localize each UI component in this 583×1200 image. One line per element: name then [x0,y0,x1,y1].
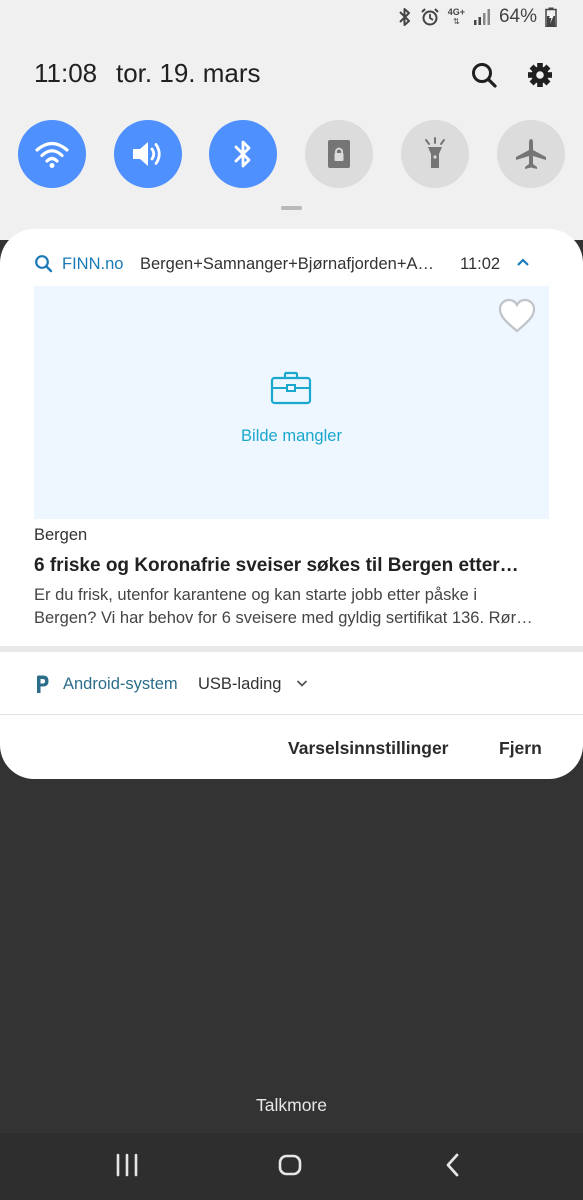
notification-subtext: Bergen+Samnanger+Bjørnafjorden+A… [140,255,434,273]
network-label: 4G+ [447,7,465,17]
search-icon [35,255,53,273]
system-app-name: Android-system [63,675,178,693]
volume-icon [133,142,161,166]
network-4g-icon: 4G+ ⇅ [447,7,465,27]
listing-location: Bergen [34,526,88,544]
briefcase-icon [270,371,312,405]
flashlight-icon [425,137,445,168]
battery-charging-icon [545,7,557,27]
notification-time: 11:02 [460,255,501,273]
recents-icon[interactable] [114,1151,140,1179]
back-icon[interactable] [443,1151,463,1179]
chevron-up-icon[interactable] [516,257,530,267]
system-notification-text: USB-lading [198,675,282,693]
gear-icon[interactable] [525,60,555,90]
image-missing-label: Bilde mangler [241,427,342,445]
finn-notification-header[interactable]: FINN.no Bergen+Samnanger+Bjørnafjorden+A… [34,253,549,277]
sound-toggle[interactable] [114,120,182,188]
listing-body-line-2: Bergen? Vi har behov for 6 sveisere med … [34,609,533,627]
chevron-down-icon[interactable] [296,679,308,688]
action-divider [0,714,583,715]
search-icon[interactable] [469,60,499,90]
bluetooth-toggle[interactable] [209,120,277,188]
android-system-icon [37,675,49,693]
system-notification[interactable]: Android-system USB-lading [34,672,549,698]
bluetooth-icon [398,8,410,26]
listing-image-placeholder[interactable]: Bilde mangler [34,286,549,519]
date[interactable]: tor. 19. mars [116,58,261,89]
shade-header: 11:08 tor. 19. mars [34,56,552,96]
airplane-icon [516,139,546,169]
heart-icon[interactable] [497,298,537,334]
rotation-lock-toggle[interactable] [305,120,373,188]
listing-body-line-1: Er du frisk, utenfor karantene og kan st… [34,586,477,604]
clock: 11:08 [34,58,98,88]
clear-button[interactable]: Fjern [499,738,542,759]
flashlight-toggle[interactable] [401,120,469,188]
bluetooth-icon [234,140,251,168]
status-bar: 4G+ ⇅ 64% [0,0,583,36]
notification-app-name: FINN.no [62,255,124,273]
navigation-bar [0,1133,583,1200]
wifi-icon [35,141,69,168]
home-icon[interactable] [277,1151,303,1179]
listing-body[interactable]: Er du frisk, utenfor karantene og kan st… [34,584,549,630]
alarm-icon [420,8,439,26]
drag-handle[interactable] [281,206,302,210]
wifi-toggle[interactable] [18,120,86,188]
status-icons: 4G+ ⇅ 64% [398,6,557,28]
airplane-mode-toggle[interactable] [497,120,565,188]
carrier-label: Talkmore [256,1095,327,1115]
portrait-lock-icon [328,140,350,168]
signal-icon [473,9,490,25]
listing-title[interactable]: 6 friske og Koronafrie sveiser søkes til… [34,555,544,577]
notification-card: FINN.no Bergen+Samnanger+Bjørnafjorden+A… [0,229,583,779]
notification-divider [0,646,583,652]
quick-settings-row [18,120,568,190]
notification-settings-button[interactable]: Varselsinnstillinger [288,738,448,759]
battery-percentage: 64% [498,6,537,27]
